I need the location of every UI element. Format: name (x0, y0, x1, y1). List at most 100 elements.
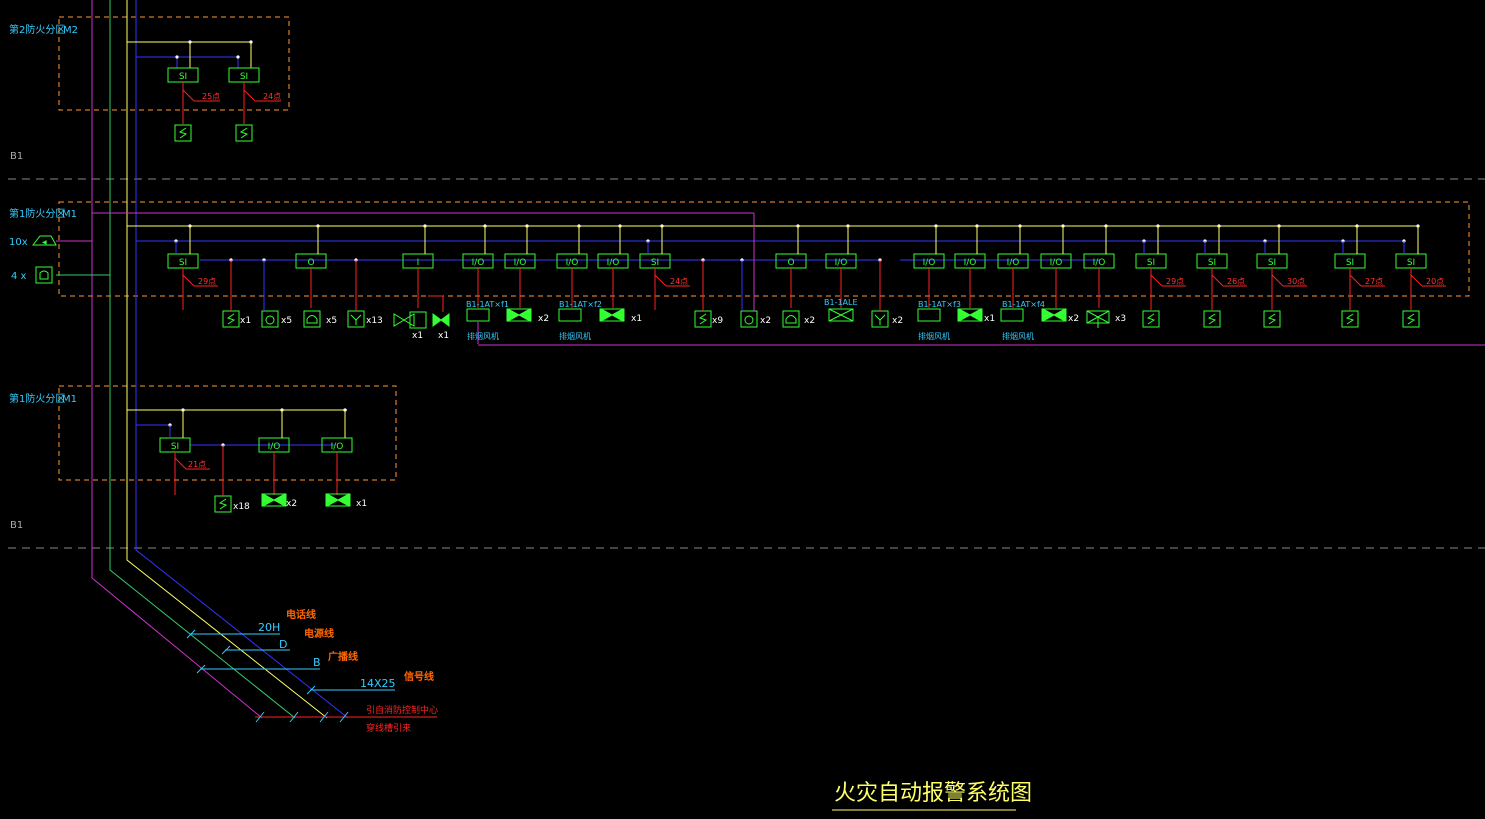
alarm-bell-icon (782, 310, 800, 328)
m2-tap-1: 24点 (263, 92, 281, 101)
equip-tag-2: B1-1ALE (824, 298, 858, 307)
m1-module-0-label: SI (179, 258, 187, 268)
equipment-box (1000, 308, 1024, 322)
equip-note-1: 排烟风机 (559, 331, 591, 341)
m1-tap-17: 30点 (1287, 277, 1305, 286)
fan-icon (261, 493, 287, 507)
cable-name-telephone: 电话线 (286, 608, 316, 621)
zone-m1-main-border (58, 201, 1470, 297)
equipment-box (558, 308, 582, 322)
m1-count-7: x1 (631, 314, 642, 324)
m1-module-7-label: SI (651, 258, 659, 268)
zone-m1-main-name: 第1防火分区 (9, 207, 65, 220)
smoke-detector-icon (174, 124, 192, 142)
m1-count-11: x2 (892, 316, 903, 326)
zone-m1-lower-code: M1 (62, 394, 77, 405)
m1-count-4: x1 (412, 331, 423, 341)
floor-label-lower: B1 (10, 520, 23, 531)
m1-module-2-label: I (417, 258, 420, 268)
m1-count-2: x5 (326, 316, 337, 326)
m1-module-12-label: I/O (1007, 258, 1020, 268)
equip-tag-4: B1-1AT×f4 (1002, 300, 1045, 309)
m1-count-12: x1 (984, 314, 995, 324)
cable-code-14x25: 14X25 (360, 677, 396, 690)
heat-detector-icon (740, 310, 758, 328)
m1-tap-leader (654, 274, 667, 287)
m1l-tap-0: 21点 (188, 460, 206, 469)
note-line-1: 引自消防控制中心 (366, 704, 438, 716)
m1-tap-16: 26点 (1227, 277, 1245, 286)
equip-note-3: 排烟风机 (1002, 331, 1034, 341)
fan-icon (1041, 308, 1067, 322)
equip-tag-3: B1-1AT×f3 (918, 300, 961, 309)
m1l-count-1: x2 (286, 499, 297, 509)
m1-tap-19: 20点 (1426, 277, 1444, 286)
m1-count-13: x2 (1068, 314, 1079, 324)
fan-icon (325, 493, 351, 507)
smoke-detector-icon (1341, 310, 1359, 328)
speaker-icon (871, 310, 889, 328)
m1l-count-2: x1 (356, 499, 367, 509)
equipment-box (917, 308, 941, 322)
cable-name-broadcast: 广播线 (328, 650, 358, 663)
m2-tap-leader (182, 89, 195, 102)
m1-tap-15: 29点 (1166, 277, 1184, 286)
m1-tap-leader (1349, 274, 1362, 287)
equip-tag-1: B1-1AT×f2 (559, 300, 602, 309)
junction-dot (188, 40, 192, 44)
m1-tap-leader (1410, 274, 1423, 287)
riser-telephone (91, 0, 263, 719)
m1-count-5: x1 (438, 331, 449, 341)
m1-module-8-label: O (787, 258, 794, 268)
speaker-icon (347, 310, 365, 328)
m2-tap-leader (243, 89, 256, 102)
fan-icon (599, 308, 625, 322)
junction-dot (236, 55, 240, 59)
equip-tag-0: B1-1AT×f1 (466, 300, 509, 309)
junction-dot (175, 55, 179, 59)
m1-count-8: x9 (712, 316, 723, 326)
floor-dividers (8, 178, 1485, 549)
m1-tap-leader (1211, 274, 1224, 287)
zone-m2-buses (127, 41, 252, 68)
m1-module-13-label: I/O (1050, 258, 1063, 268)
m1-module-15-label: SI (1147, 258, 1155, 268)
svg-text:◀: ◀ (42, 239, 47, 246)
m1-module-19-label: SI (1407, 258, 1415, 268)
equip-note-0: 排烟风机 (467, 331, 499, 341)
note-line-2: 穿线槽引来 (366, 722, 411, 734)
damper-valve-icon (828, 308, 854, 322)
cable-name-signal: 信号线 (404, 670, 434, 683)
horn-strobe-icon: ◀ (31, 235, 57, 246)
smoke-detector-icon (1263, 310, 1281, 328)
m1-module-16-label: SI (1208, 258, 1216, 268)
m1-count-1: x5 (281, 316, 292, 326)
zone-boundaries (58, 16, 1470, 481)
module-layer: SI 25点 SI 24点 SI 29点 O I I/O I/O I/O I/O SI 24点 O I/O I/… (159, 40, 1485, 513)
m1-module-11-label: I/O (964, 258, 977, 268)
m2-module-1-label: SI (240, 72, 248, 82)
m1-count-14: x3 (1115, 314, 1126, 324)
fan-icon (506, 308, 532, 322)
zone-m2-code: M2 (63, 25, 78, 36)
signal-valve-icon (432, 313, 450, 327)
telephone-jack-icon (35, 266, 53, 284)
m1-module-10-label: I/O (923, 258, 936, 268)
m1l-count-0: x18 (233, 502, 250, 512)
m1-count-9: x2 (760, 316, 771, 326)
m1l-tap-leader (174, 457, 187, 470)
cable-code-20h: 20H (258, 621, 280, 634)
riser-signal (135, 0, 349, 719)
smoke-detector-icon (222, 310, 240, 328)
m2-module-0-label: SI (179, 72, 187, 82)
heat-detector-icon (261, 310, 279, 328)
m1-module-4-label: I/O (514, 258, 527, 268)
m1-count-6: x2 (538, 314, 549, 324)
m1-module-3-label: I/O (472, 258, 485, 268)
m1-tap-0: 29点 (198, 277, 216, 286)
smoke-detector-icon (214, 495, 232, 513)
m1-module-1-label: O (307, 258, 314, 268)
m1-tap-leader (182, 274, 195, 287)
m1-module-18-label: SI (1346, 258, 1354, 268)
m1-count-0: x1 (240, 316, 251, 326)
